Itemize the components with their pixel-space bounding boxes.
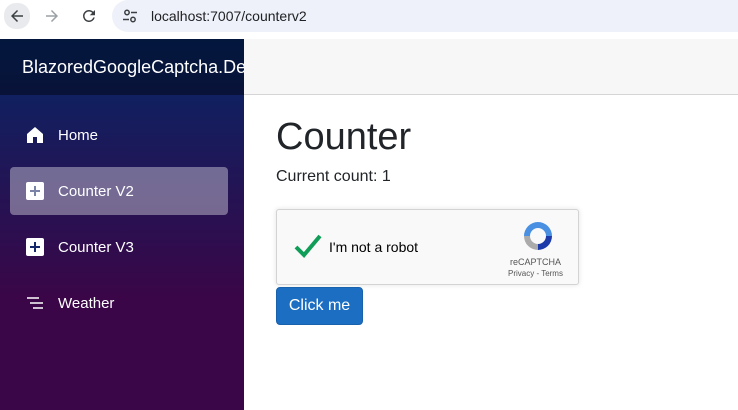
site-info-button[interactable] (118, 4, 142, 28)
plus-square-icon (25, 237, 45, 257)
click-me-button[interactable]: Click me (276, 287, 363, 325)
recaptcha-widget: I'm not a robot reCAPTCHA Privacy - Term… (276, 209, 579, 285)
sidebar-item-counter-v2[interactable]: Counter V2 (10, 167, 228, 215)
reload-icon (82, 9, 95, 22)
nav-menu: Home Counter V2 Counter V3 Weather (0, 95, 244, 327)
home-icon (25, 125, 45, 145)
main-content: Counter Current count: 1 (276, 95, 411, 186)
recaptcha-logo-icon (524, 222, 552, 250)
top-row (244, 39, 738, 95)
sidebar-item-label: Counter V3 (58, 238, 134, 256)
checkmark-icon[interactable] (293, 232, 323, 260)
brand-link[interactable]: BlazoredGoogleCaptcha.Demo (22, 57, 244, 78)
page-title: Counter (276, 116, 412, 158)
url-text: localhost:7007/counterv2 (151, 8, 307, 24)
sidebar: BlazoredGoogleCaptcha.Demo Home Counter … (0, 39, 244, 410)
arrow-left-icon (11, 10, 23, 22)
sidebar-item-weather[interactable]: Weather (10, 279, 228, 327)
recaptcha-brand: reCAPTCHA (510, 257, 562, 267)
reload-button[interactable] (77, 4, 101, 28)
back-button[interactable] (4, 3, 30, 29)
arrow-right-icon (46, 10, 58, 22)
sidebar-item-home[interactable]: Home (10, 111, 228, 159)
sidebar-item-counter-v3[interactable]: Counter V3 (10, 223, 228, 271)
list-lines-icon (25, 293, 45, 313)
sidebar-item-label: Home (58, 126, 99, 144)
tune-icon (123, 9, 137, 23)
sidebar-item-label: Counter V2 (58, 182, 134, 200)
recaptcha-links[interactable]: Privacy - Terms (508, 269, 563, 278)
address-bar[interactable]: localhost:7007/counterv2 (112, 0, 738, 32)
brand-bar: BlazoredGoogleCaptcha.Demo (0, 39, 244, 95)
forward-button[interactable] (40, 4, 64, 28)
browser-toolbar: localhost:7007/counterv2 (0, 0, 738, 39)
plus-square-icon (25, 181, 45, 201)
recaptcha-label: I'm not a robot (329, 239, 419, 255)
sidebar-item-label: Weather (58, 294, 115, 312)
current-count: Current count: 1 (276, 168, 391, 185)
